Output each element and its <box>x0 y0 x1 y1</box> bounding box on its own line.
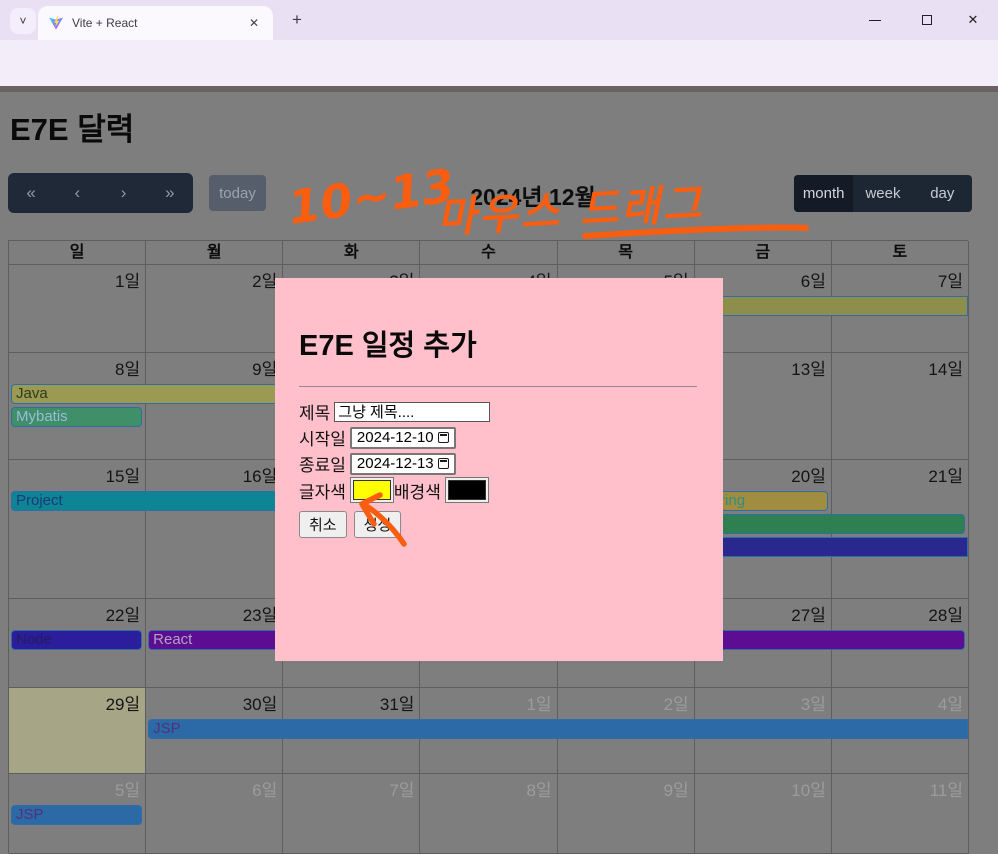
day-number: 16일 <box>242 467 278 486</box>
next-month-button[interactable]: › <box>101 173 147 213</box>
create-button[interactable]: 생성 <box>353 511 402 538</box>
view-month-button[interactable]: month <box>794 175 854 212</box>
window-minimize-button[interactable] <box>858 6 892 34</box>
calendar-day-cell[interactable]: 10일 <box>694 774 832 854</box>
day-number: 8일 <box>526 781 552 800</box>
day-number: 15일 <box>105 467 141 486</box>
calendar-day-cell[interactable]: 15일 <box>9 460 147 599</box>
calendar-day-cell[interactable]: 9일 <box>146 353 284 460</box>
prev-month-button[interactable]: ‹ <box>54 173 100 213</box>
day-number: 6일 <box>252 781 278 800</box>
day-number: 11일 <box>929 781 963 800</box>
background-color-label: 배경색 <box>393 482 441 502</box>
background-color-picker[interactable] <box>444 477 489 503</box>
tab-search-chevron-icon[interactable]: ˅ <box>10 8 36 34</box>
weekday-header: 목 <box>557 241 695 265</box>
calendar-picker-icon[interactable] <box>437 458 449 469</box>
day-number: 22일 <box>105 606 141 625</box>
start-date-value: 2024-12-10 <box>356 429 434 446</box>
next-year-button[interactable]: » <box>147 173 193 213</box>
day-number: 9일 <box>252 360 278 379</box>
maximize-icon <box>922 15 932 25</box>
weekday-header: 일 <box>9 241 147 265</box>
calendar-picker-icon[interactable] <box>437 432 449 443</box>
calendar-day-cell[interactable]: 7일 <box>283 774 421 854</box>
view-day-button[interactable]: day <box>913 175 972 212</box>
day-number: 2일 <box>663 695 689 714</box>
day-number: 14일 <box>928 360 963 379</box>
new-tab-button[interactable]: + <box>285 9 309 33</box>
calendar-day-cell[interactable]: 2일 <box>146 265 284 353</box>
start-date-label: 시작일 <box>299 430 346 449</box>
font-color-swatch <box>352 480 391 500</box>
calendar-day-cell[interactable]: 1일 <box>9 265 147 353</box>
browser-tab[interactable]: Vite + React ✕ <box>38 6 273 40</box>
day-number: 31일 <box>379 695 415 714</box>
font-color-picker[interactable] <box>349 477 394 503</box>
day-number: 10일 <box>791 781 826 800</box>
weekday-header: 월 <box>146 241 284 265</box>
weekday-header: 수 <box>420 241 558 265</box>
calendar-day-cell[interactable]: 16일 <box>146 460 284 599</box>
add-event-modal: E7E 일정 추가 제목 시작일 2024-12-10 종료일 2024-12-… <box>275 278 723 661</box>
today-button[interactable]: today <box>209 175 266 211</box>
background-color-swatch <box>447 480 486 500</box>
day-number: 1일 <box>115 272 141 291</box>
weekday-header: 토 <box>831 241 969 265</box>
browser-tab-strip: ˅ Vite + React ✕ + ✕ <box>0 0 998 40</box>
calendar-nav-group: « ‹ › » <box>8 173 193 213</box>
modal-divider <box>299 386 697 387</box>
day-number: 29일 <box>105 695 141 714</box>
tab-close-icon[interactable]: ✕ <box>245 16 263 30</box>
day-number: 28일 <box>928 606 963 625</box>
day-number: 3일 <box>800 695 826 714</box>
calendar-day-cell[interactable]: 29일 <box>9 688 147 774</box>
day-number: 30일 <box>242 695 278 714</box>
tab-title: Vite + React <box>72 16 138 30</box>
calendar-event[interactable]: Node <box>11 630 143 650</box>
page-content: E7E 달력 « ‹ › » today 2024년 12월 month wee… <box>0 92 998 854</box>
end-date-input[interactable]: 2024-12-13 <box>349 452 456 475</box>
day-number: 7일 <box>389 781 415 800</box>
vite-logo-icon <box>49 16 63 30</box>
title-input[interactable] <box>334 401 491 422</box>
calendar-day-cell[interactable]: 9일 <box>557 774 695 854</box>
calendar-day-cell[interactable]: 11일 <box>831 774 969 854</box>
prev-year-button[interactable]: « <box>8 173 54 213</box>
calendar-event[interactable]: JSP <box>148 719 968 739</box>
calendar-event[interactable]: Mybatis <box>11 407 143 427</box>
day-number: 1일 <box>526 695 552 714</box>
browser-toolbar: ← → ⟳ localhost:5173 G a ☆ ⋮ <box>0 40 998 119</box>
modal-title: E7E 일정 추가 <box>299 330 477 362</box>
end-date-label: 종료일 <box>299 456 346 475</box>
day-number: 9일 <box>663 781 689 800</box>
minimize-icon <box>869 19 881 21</box>
calendar-day-cell[interactable]: 8일 <box>420 774 558 854</box>
day-number: 2일 <box>252 272 278 291</box>
title-field-label: 제목 <box>299 404 331 423</box>
start-date-input[interactable]: 2024-12-10 <box>349 426 456 449</box>
page-title: E7E 달력 <box>10 112 135 147</box>
window-maximize-button[interactable] <box>910 6 944 34</box>
view-switcher: month week day <box>794 175 972 212</box>
calendar-event[interactable]: JSP <box>11 805 143 825</box>
day-number: 5일 <box>115 781 141 800</box>
font-color-label: 글자색 <box>299 482 346 502</box>
day-number: 21일 <box>928 467 963 486</box>
day-number: 23일 <box>242 606 278 625</box>
calendar-day-cell[interactable]: 14일 <box>831 353 969 460</box>
calendar-day-cell[interactable]: 6일 <box>146 774 284 854</box>
window-close-button[interactable]: ✕ <box>956 6 990 34</box>
day-number: 8일 <box>115 360 141 379</box>
day-number: 7일 <box>937 272 963 291</box>
weekday-header: 화 <box>283 241 421 265</box>
view-week-button[interactable]: week <box>853 175 912 212</box>
annotation-underline <box>582 224 809 239</box>
end-date-value: 2024-12-13 <box>356 455 434 472</box>
weekday-header: 금 <box>694 241 832 265</box>
cancel-button[interactable]: 취소 <box>299 511 347 538</box>
calendar-month-title: 2024년 12월 <box>470 184 596 210</box>
day-number: 4일 <box>937 695 963 714</box>
